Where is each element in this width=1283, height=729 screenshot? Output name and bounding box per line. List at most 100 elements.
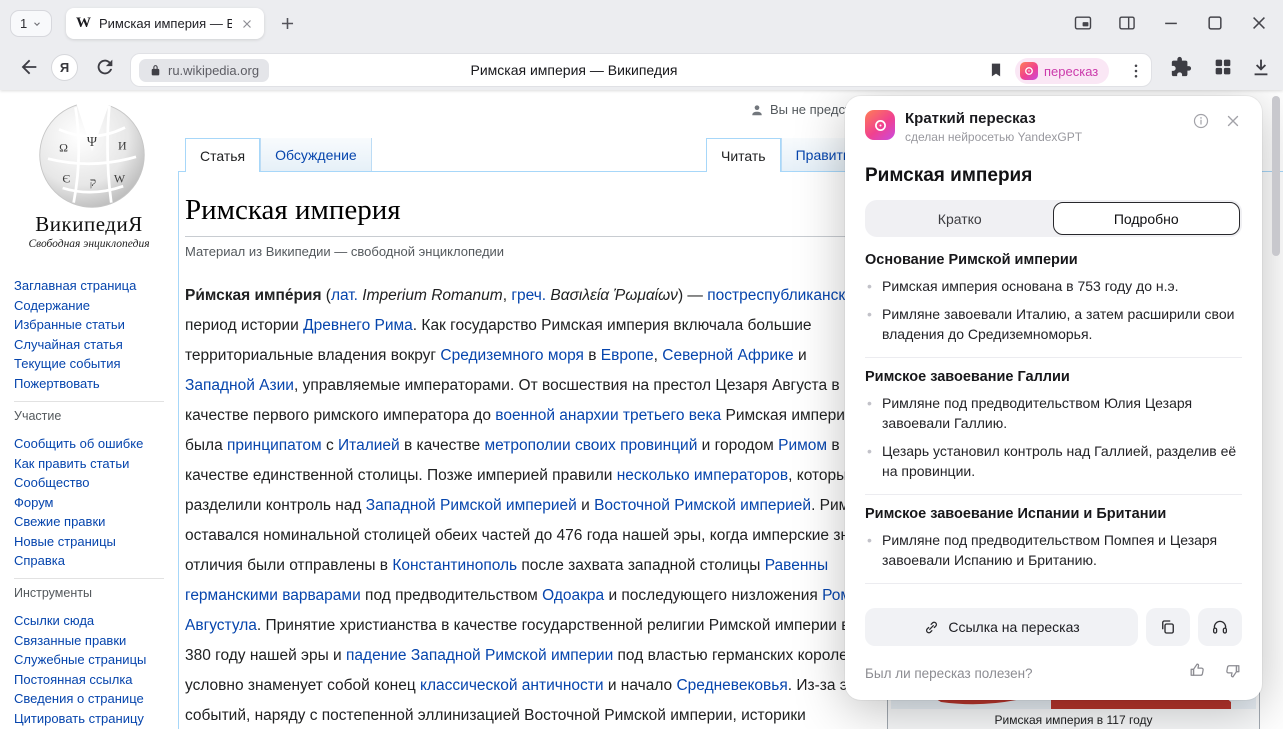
yandex-button[interactable]: Я <box>51 54 78 81</box>
wikipedia-globe-logo[interactable]: Ω Ψ И Є ק W <box>37 100 147 210</box>
browser-chrome: 1 W Римская империя — Википедия Я <box>0 0 1283 90</box>
tab-article[interactable]: Статья <box>185 138 260 172</box>
wikipedia-favicon: W <box>76 15 91 32</box>
sidebar-item-special-pages[interactable]: Служебные страницы <box>14 650 146 670</box>
copy-summary-link-button[interactable]: Ссылка на пересказ <box>865 608 1138 646</box>
pereskaz-logo-icon <box>865 110 895 140</box>
more-menu-icon[interactable] <box>1127 62 1145 80</box>
tab-read[interactable]: Читать <box>706 138 781 172</box>
summary-footer: Ссылка на пересказ Был ли пересказ полез… <box>865 608 1242 685</box>
article-link[interactable]: постреспубликанский <box>707 287 862 304</box>
svg-text:И: И <box>118 139 127 153</box>
sidebar-item-forum[interactable]: Форум <box>14 493 143 513</box>
summary-bullet: Римская империя основана в 753 году до н… <box>865 276 1242 296</box>
bookmark-icon[interactable] <box>987 61 1005 79</box>
chevron-down-icon <box>32 19 42 29</box>
sidebar-item-page-info[interactable]: Сведения о странице <box>14 689 146 709</box>
sidebar-item-main-page[interactable]: Заглавная страница <box>14 276 136 296</box>
sidebar-item-cite-page[interactable]: Цитировать страницу <box>14 709 146 729</box>
tab-groups-icon[interactable] <box>1117 13 1137 33</box>
extensions-icon[interactable] <box>1170 56 1192 78</box>
listen-button[interactable] <box>1198 608 1242 646</box>
article-link[interactable]: Средневековья <box>676 677 787 694</box>
domain-chip[interactable]: ru.wikipedia.org <box>139 59 269 82</box>
copy-text-button[interactable] <box>1146 608 1190 646</box>
copy-icon <box>1159 618 1177 636</box>
summary-bullet: Цезарь установил контроль над Галлией, р… <box>865 441 1242 481</box>
sidebar-item-donate[interactable]: Пожертвовать <box>14 374 136 394</box>
tab-brief[interactable]: Кратко <box>867 202 1053 235</box>
sidebar-item-featured[interactable]: Избранные статьи <box>14 315 136 335</box>
article-link[interactable]: Римом <box>778 437 827 454</box>
sidebar-item-what-links-here[interactable]: Ссылки сюда <box>14 611 146 631</box>
article-link[interactable]: принципатом <box>227 437 322 454</box>
pip-icon[interactable] <box>1073 13 1093 33</box>
article-link[interactable]: Восточной Римской империей <box>594 497 811 514</box>
article-link[interactable]: Европе <box>601 347 654 364</box>
panel-title: Краткий пересказ <box>905 110 1082 127</box>
article-link[interactable]: Средиземного моря <box>440 347 584 364</box>
sidebar-item-recent-changes[interactable]: Свежие правки <box>14 512 143 532</box>
minimize-icon[interactable] <box>1161 13 1181 33</box>
back-button[interactable] <box>18 56 40 78</box>
info-icon[interactable] <box>1192 112 1210 135</box>
sidebar-item-new-pages[interactable]: Новые страницы <box>14 532 143 552</box>
page-scrollbar-thumb[interactable] <box>1272 96 1280 256</box>
close-window-icon[interactable] <box>1249 13 1269 33</box>
close-panel-icon[interactable] <box>1224 112 1242 135</box>
sidebar-item-contents[interactable]: Содержание <box>14 296 136 316</box>
new-tab-button[interactable] <box>278 14 297 33</box>
article-link[interactable]: падение Западной Римской империи <box>346 647 613 664</box>
article-link[interactable]: Одоакра <box>542 587 604 604</box>
article-link[interactable]: Италией <box>338 437 400 454</box>
tab-close-icon[interactable] <box>240 17 254 31</box>
article-text: после захвата западной столицы <box>517 557 765 574</box>
article-link[interactable]: лат. <box>331 287 358 304</box>
sidebar-item-community[interactable]: Сообщество <box>14 473 143 493</box>
downloads-icon[interactable] <box>1250 56 1272 78</box>
tableau-grid-icon[interactable] <box>1212 56 1234 78</box>
article-link[interactable]: Северной Африке <box>662 347 793 364</box>
tab-talk[interactable]: Обсуждение <box>260 138 372 171</box>
article-link[interactable]: Древнего Рима <box>303 317 413 334</box>
article-link[interactable]: несколько императоров <box>617 467 788 484</box>
tab-counter[interactable]: 1 <box>10 10 52 37</box>
pereskaz-button[interactable]: пересказ <box>1015 58 1109 84</box>
sidebar-item-permanent-link[interactable]: Постоянная ссылка <box>14 670 146 690</box>
maximize-icon[interactable] <box>1205 13 1225 33</box>
article-link[interactable]: метрополии <box>484 437 570 454</box>
article-link[interactable]: греч. <box>511 287 546 304</box>
sidebar-item-report-error[interactable]: Сообщить об ошибке <box>14 434 143 454</box>
article-link[interactable]: германскими варварами <box>185 587 361 604</box>
browser-tab[interactable]: W Римская империя — Википедия <box>66 8 264 39</box>
article-link[interactable]: классической античности <box>420 677 603 694</box>
svg-text:Є: Є <box>62 172 70 186</box>
window-controls <box>1073 13 1269 33</box>
sidebar-item-random[interactable]: Случайная статья <box>14 335 136 355</box>
sidebar-item-current-events[interactable]: Текущие события <box>14 354 136 374</box>
article-link[interactable]: Западной Римской империей <box>366 497 577 514</box>
section-divider <box>865 357 1242 358</box>
wikipedia-tagline: Свободная энциклопедия <box>0 238 178 250</box>
reload-button[interactable] <box>94 56 116 78</box>
article-link[interactable]: своих провинций <box>575 437 697 454</box>
feedback-question: Был ли пересказ полезен? <box>865 666 1033 681</box>
thumbs-down-icon[interactable] <box>1223 661 1242 685</box>
sidebar-item-help[interactable]: Справка <box>14 551 143 571</box>
article-text: и начало <box>604 677 677 694</box>
article-text: период истории <box>185 317 303 334</box>
article-link[interactable]: военной анархии третьего века <box>495 407 721 424</box>
address-bar[interactable]: ru.wikipedia.org Римская империя — Викип… <box>130 53 1152 87</box>
sidebar-item-related-changes[interactable]: Связанные правки <box>14 631 146 651</box>
article-link[interactable]: Равенны <box>765 557 828 574</box>
section-divider <box>865 494 1242 495</box>
article-link[interactable]: Константинополь <box>392 557 517 574</box>
thumbs-up-icon[interactable] <box>1188 661 1207 685</box>
article-text: с <box>322 437 338 454</box>
tab-detailed[interactable]: Подробно <box>1053 202 1241 235</box>
summary-bullet-list: Римляне под предводительством Помпея и Ц… <box>865 530 1242 570</box>
sidebar-item-how-to-edit[interactable]: Как править статьи <box>14 454 143 474</box>
article-link[interactable]: Западной Азии <box>185 377 294 394</box>
article-paragraph-1: Ри́мская импе́рия (лат. Imperium Romanum… <box>185 281 877 729</box>
wikipedia-page: Вы не представились системе Статья Обсуж… <box>0 90 1283 729</box>
